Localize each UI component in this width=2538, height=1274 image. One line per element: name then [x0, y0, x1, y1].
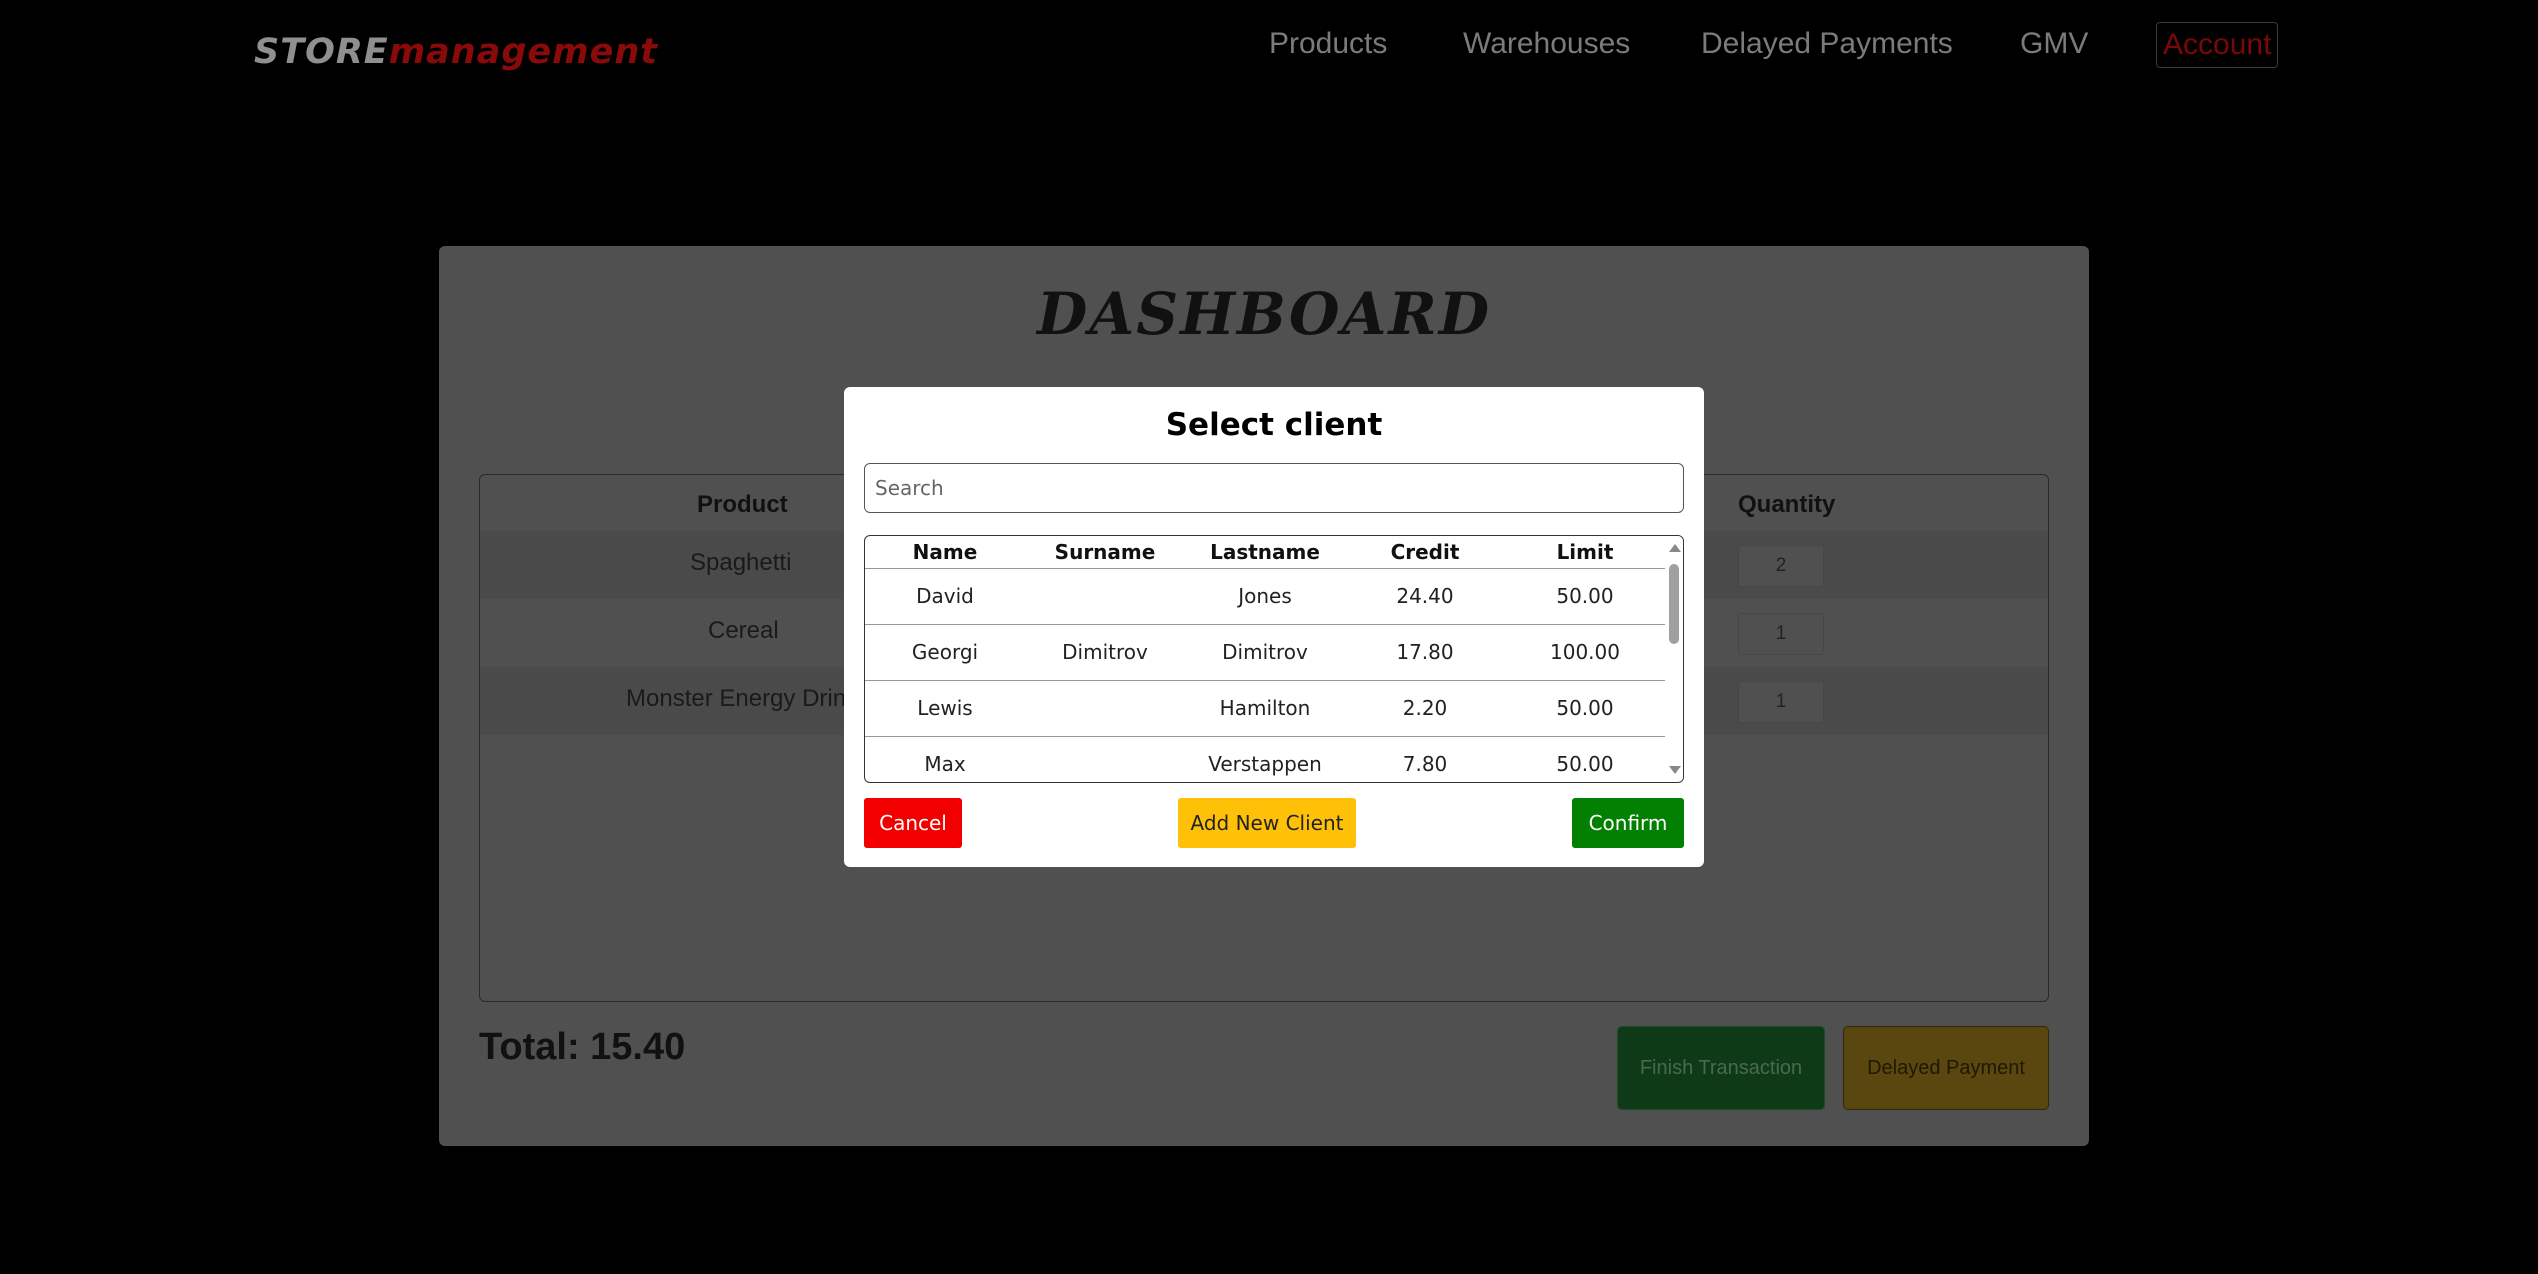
client-table: Name Surname Lastname Credit Limit David… — [864, 535, 1684, 783]
search-input[interactable] — [864, 463, 1684, 513]
column-header-name: Name — [912, 540, 978, 564]
client-row[interactable]: Max Verstappen 7.80 50.00 — [865, 736, 1665, 782]
client-credit: 7.80 — [1402, 752, 1448, 776]
finish-transaction-button[interactable]: Finish Transaction — [1617, 1026, 1825, 1110]
quantity-header: Quantity — [1738, 491, 1836, 518]
client-credit: 24.40 — [1396, 584, 1454, 608]
client-credit: 2.20 — [1402, 696, 1448, 720]
client-name: Georgi — [911, 640, 979, 664]
client-row[interactable]: Georgi Dimitrov Dimitrov 17.80 100.00 — [865, 624, 1665, 681]
client-limit: 50.00 — [1556, 696, 1614, 720]
client-credit: 17.80 — [1396, 640, 1454, 664]
client-name: Max — [924, 752, 966, 776]
quantity-input[interactable]: 2 — [1738, 545, 1824, 587]
client-limit: 50.00 — [1556, 584, 1614, 608]
client-limit: 50.00 — [1556, 752, 1614, 776]
scroll-up-arrow-icon[interactable] — [1669, 544, 1681, 552]
quantity-input[interactable]: 1 — [1738, 613, 1824, 655]
column-header-surname: Surname — [1054, 540, 1156, 564]
nav-account[interactable]: Account — [2156, 22, 2279, 68]
add-new-client-button[interactable]: Add New Client — [1178, 798, 1356, 848]
nav-delayed-payments[interactable]: Delayed Payments — [1701, 22, 1953, 66]
client-name: David — [916, 584, 974, 608]
select-client-modal: Select client Name Surname Lastname Cred… — [844, 387, 1704, 867]
scroll-thumb[interactable] — [1669, 564, 1679, 644]
cancel-button[interactable]: Cancel — [864, 798, 962, 848]
column-header-lastname: Lastname — [1210, 540, 1320, 564]
product-name: Monster Energy Drin — [626, 685, 847, 712]
delayed-payment-button[interactable]: Delayed Payment — [1843, 1026, 2049, 1110]
column-header-credit: Credit — [1390, 540, 1460, 564]
product-name: Spaghetti — [690, 549, 792, 576]
table-scrollbar[interactable] — [1665, 536, 1683, 782]
client-name: Lewis — [917, 696, 973, 720]
client-surname: Dimitrov — [1062, 640, 1148, 664]
client-lastname: Hamilton — [1219, 696, 1311, 720]
quantity-input[interactable]: 1 — [1738, 681, 1824, 723]
client-limit: 100.00 — [1550, 640, 1620, 664]
client-row[interactable]: Lewis Hamilton 2.20 50.00 — [865, 680, 1665, 737]
client-row[interactable]: David Jones 24.40 50.00 — [865, 568, 1665, 625]
client-lastname: Jones — [1238, 584, 1292, 608]
modal-title: Select client — [1165, 407, 1383, 443]
column-header-limit: Limit — [1556, 540, 1614, 564]
nav-warehouses[interactable]: Warehouses — [1463, 22, 1630, 66]
page-title: DASHBOARD — [1036, 280, 1492, 348]
client-lastname: Dimitrov — [1222, 640, 1308, 664]
total-amount: Total: 15.40 — [479, 1026, 686, 1068]
client-lastname: Verstappen — [1208, 752, 1322, 776]
nav-products[interactable]: Products — [1269, 22, 1387, 66]
confirm-button[interactable]: Confirm — [1572, 798, 1684, 848]
nav-gmv[interactable]: GMV — [2020, 22, 2088, 66]
client-table-header: Name Surname Lastname Credit Limit — [865, 536, 1665, 569]
product-name: Cereal — [708, 617, 779, 644]
product-header: Product — [697, 491, 788, 518]
app-logo[interactable]: STOREmanagement — [254, 32, 658, 72]
scroll-down-arrow-icon[interactable] — [1669, 766, 1681, 774]
